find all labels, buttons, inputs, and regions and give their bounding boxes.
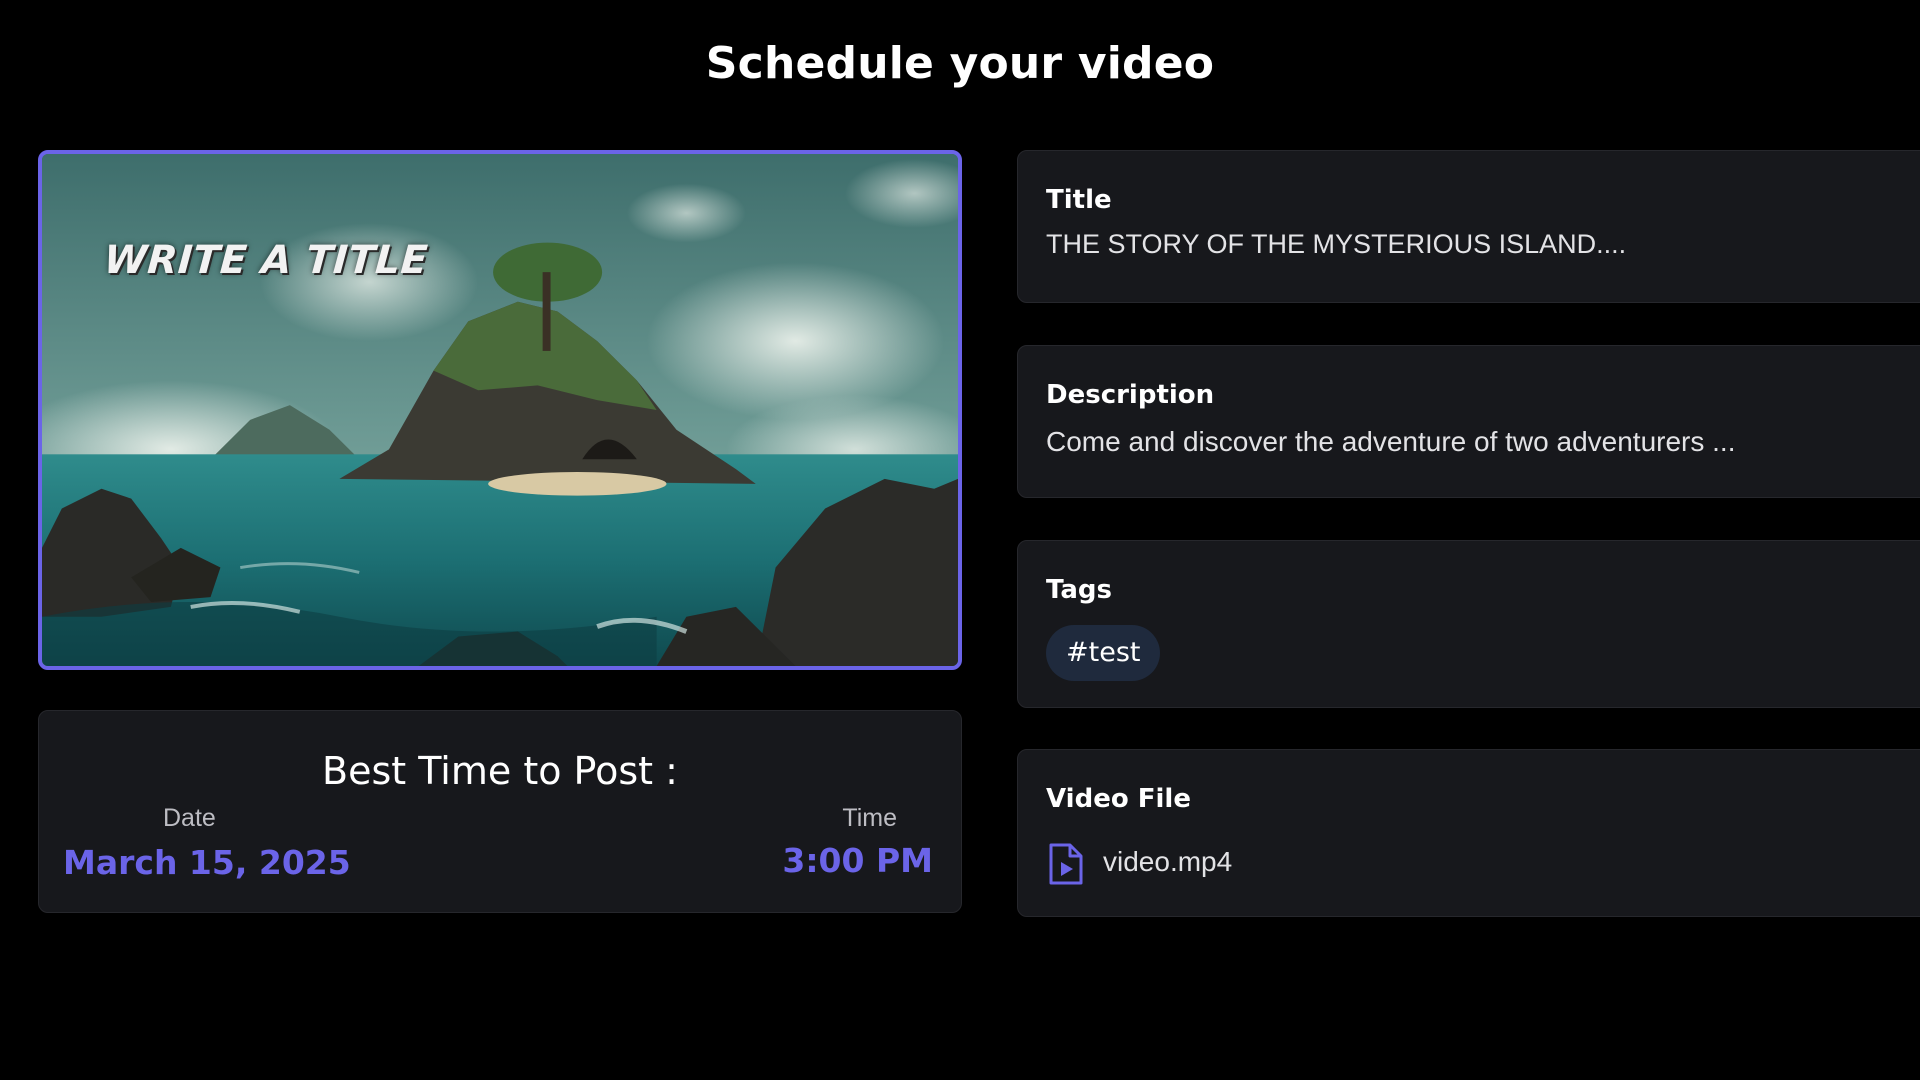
best-time-card: Best Time to Post : Date March 15, 2025 … — [38, 710, 962, 913]
time-label: Time — [842, 804, 897, 832]
video-file-label: Video File — [1046, 784, 1191, 814]
page-title: Schedule your video — [705, 38, 1215, 89]
video-file-field[interactable]: Video File video.mp4 — [1017, 749, 1920, 917]
tags-field[interactable]: Tags #test — [1017, 540, 1920, 708]
title-field[interactable]: Title THE STORY OF THE MYSTERIOUS ISLAND… — [1017, 150, 1920, 303]
video-thumbnail[interactable]: WRITE A TITLE — [38, 150, 962, 670]
date-label: Date — [163, 804, 216, 832]
description-field[interactable]: Description Come and discover the advent… — [1017, 345, 1920, 498]
best-time-heading: Best Time to Post : — [322, 749, 678, 793]
description-value[interactable]: Come and discover the adventure of two a… — [1046, 426, 1736, 458]
video-file-icon — [1049, 843, 1083, 885]
date-value: March 15, 2025 — [63, 843, 351, 882]
title-value[interactable]: THE STORY OF THE MYSTERIOUS ISLAND.... — [1046, 229, 1626, 260]
tags-label: Tags — [1046, 575, 1113, 605]
tag-chip[interactable]: #test — [1046, 625, 1161, 681]
video-file-name[interactable]: video.mp4 — [1103, 846, 1232, 878]
thumbnail-image — [42, 154, 958, 666]
thumbnail-title-text: WRITE A TITLE — [102, 238, 430, 283]
title-label: Title — [1046, 185, 1112, 215]
time-value: 3:00 PM — [782, 841, 933, 880]
description-label: Description — [1046, 380, 1215, 410]
